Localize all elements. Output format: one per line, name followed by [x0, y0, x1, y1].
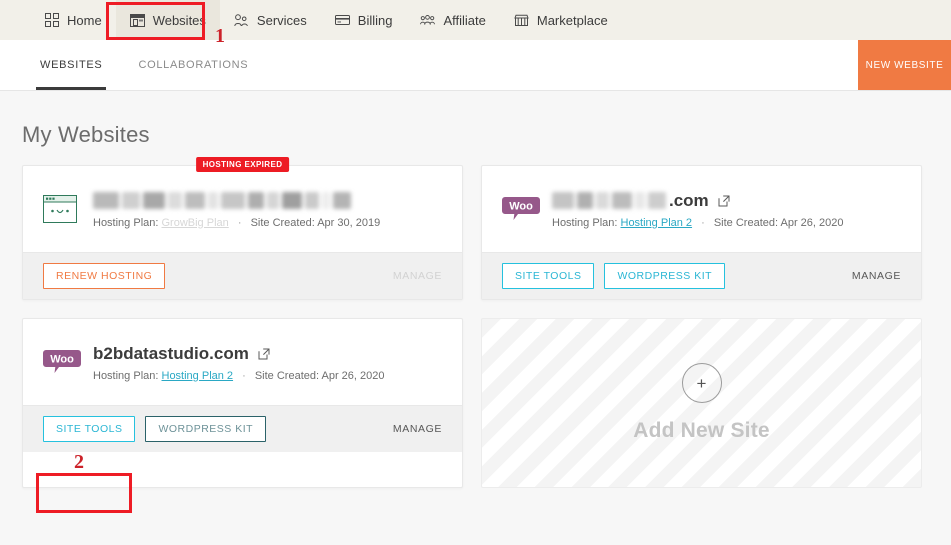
status-badge: HOSTING EXPIRED — [195, 157, 290, 172]
nav-item-home[interactable]: Home — [30, 0, 116, 40]
plus-glyph: + — [696, 373, 707, 393]
tab-label: COLLABORATIONS — [138, 59, 249, 71]
page-content: My Websites HOSTING EXPIRED Hosting Plan… — [0, 122, 951, 488]
site-info: Hosting Plan: GrowBig Plan · Site Create… — [93, 190, 442, 229]
meta-separator: · — [701, 216, 705, 229]
svg-text:Woo: Woo — [509, 201, 533, 213]
site-created-label: Site Created: — [250, 216, 315, 229]
top-navigation-bar: Home Websites Services Billing Affiliate… — [0, 0, 951, 40]
nav-item-services[interactable]: Services — [220, 0, 321, 40]
nav-item-label: Billing — [357, 12, 393, 28]
manage-label: MANAGE — [392, 423, 442, 435]
site-meta: Hosting Plan: GrowBig Plan · Site Create… — [93, 217, 442, 229]
site-meta: Hosting Plan: Hosting Plan 2 · Site Crea… — [93, 370, 442, 382]
website-card-blurred-woo: Woo .com Hosting Plan: Hosting Plan 2 · … — [481, 165, 922, 300]
wordpress-kit-button[interactable]: WORDPRESS KIT — [604, 263, 726, 289]
nav-item-label: Affiliate — [443, 12, 486, 28]
meta-separator: · — [242, 369, 246, 382]
blurred-domain-placeholder — [552, 190, 669, 212]
manage-button[interactable]: MANAGE — [393, 423, 442, 435]
store-icon — [514, 13, 529, 28]
site-tools-button[interactable]: SITE TOOLS — [502, 263, 595, 289]
new-website-label: NEW WEBSITE — [865, 59, 944, 71]
site-meta: Hosting Plan: Hosting Plan 2 · Site Crea… — [552, 217, 901, 229]
card-footer: SITE TOOLS WORDPRESS KIT MANAGE — [23, 405, 462, 452]
add-new-site-label: Add New Site — [633, 419, 770, 442]
hosting-plan-link[interactable]: GrowBig Plan — [162, 217, 229, 229]
manage-button[interactable]: MANAGE — [852, 270, 901, 282]
hosting-plan-link[interactable]: Hosting Plan 2 — [162, 370, 234, 382]
site-created-value: Apr 26, 2020 — [780, 216, 844, 229]
external-link-icon[interactable] — [258, 348, 270, 360]
hosting-plan-label: Hosting Plan: — [93, 369, 159, 382]
nav-item-label: Marketplace — [536, 12, 608, 28]
sub-navigation-bar: WEBSITES COLLABORATIONS NEW WEBSITE — [0, 40, 951, 91]
add-new-site-card[interactable]: + Add New Site — [481, 318, 922, 488]
button-label: WORDPRESS KIT — [158, 423, 254, 435]
tab-websites[interactable]: WEBSITES — [22, 40, 120, 90]
hosting-plan-label: Hosting Plan: — [552, 216, 618, 229]
svg-text:Woo: Woo — [50, 354, 74, 366]
card-footer: SITE TOOLS WORDPRESS KIT MANAGE — [482, 252, 921, 299]
site-name: .com — [552, 190, 901, 212]
card-body: Hosting Plan: GrowBig Plan · Site Create… — [23, 166, 462, 252]
website-card-expired: HOSTING EXPIRED Hosting Plan: GrowBig Pl… — [22, 157, 463, 300]
card-footer: RENEW HOSTING MANAGE — [23, 252, 462, 299]
card-body: Woo b2bdatastudio.com Hosting Plan: Host… — [23, 319, 462, 405]
site-created-value: Apr 26, 2020 — [321, 369, 385, 382]
site-domain-suffix: .com — [669, 190, 709, 210]
grid-icon — [44, 13, 59, 28]
site-created-label: Site Created: — [713, 216, 779, 229]
manage-button: MANAGE — [393, 270, 442, 282]
external-link-icon[interactable] — [718, 195, 730, 207]
tab-label: WEBSITES — [40, 59, 103, 71]
sitechecker-window-icon — [43, 195, 83, 223]
hosting-plan-link[interactable]: Hosting Plan 2 — [621, 217, 693, 229]
blurred-domain-placeholder — [93, 190, 354, 212]
button-label: SITE TOOLS — [56, 423, 123, 435]
website-card-b2bdatastudio: Woo b2bdatastudio.com Hosting Plan: Host… — [22, 318, 463, 488]
site-created-value: Apr 30, 2019 — [317, 216, 381, 229]
manage-label: MANAGE — [851, 270, 901, 282]
button-label: RENEW HOSTING — [56, 270, 153, 282]
button-label: WORDPRESS KIT — [617, 270, 713, 282]
button-label: SITE TOOLS — [515, 270, 582, 282]
new-website-button[interactable]: NEW WEBSITE — [858, 40, 951, 90]
manage-label: MANAGE — [392, 270, 442, 282]
card-body: Woo .com Hosting Plan: Hosting Plan 2 · … — [482, 166, 921, 252]
tab-collaborations[interactable]: COLLABORATIONS — [120, 40, 266, 90]
site-tools-button[interactable]: SITE TOOLS — [43, 416, 136, 442]
credit-card-icon — [334, 13, 350, 28]
browser-window-icon — [129, 13, 145, 28]
site-name: b2bdatastudio.com — [93, 343, 442, 365]
plus-icon: + — [681, 363, 722, 403]
renew-hosting-button[interactable]: RENEW HOSTING — [43, 263, 166, 289]
site-info: .com Hosting Plan: Hosting Plan 2 · Site… — [552, 190, 901, 229]
hosting-plan-label: Hosting Plan: — [93, 216, 159, 229]
nav-item-websites[interactable]: Websites — [115, 0, 220, 40]
wordpress-kit-button[interactable]: WORDPRESS KIT — [145, 416, 267, 442]
nav-item-marketplace[interactable]: Marketplace — [500, 0, 622, 40]
sub-nav-tabs: WEBSITES COLLABORATIONS — [0, 40, 266, 90]
meta-separator: · — [237, 216, 242, 229]
site-created-label: Site Created: — [254, 369, 320, 382]
nav-item-label: Websites — [152, 12, 206, 28]
services-people-icon — [234, 13, 249, 28]
site-info: b2bdatastudio.com Hosting Plan: Hosting … — [93, 343, 442, 382]
site-domain: b2bdatastudio.com — [93, 343, 249, 363]
page-title: My Websites — [22, 122, 150, 147]
nav-item-billing[interactable]: Billing — [321, 0, 407, 40]
woocommerce-icon: Woo — [502, 196, 542, 222]
site-name-blurred — [93, 190, 442, 212]
woocommerce-icon: Woo — [43, 349, 83, 375]
websites-grid: HOSTING EXPIRED Hosting Plan: GrowBig Pl… — [22, 157, 929, 488]
nav-item-label: Home — [67, 12, 102, 28]
affiliate-people-icon — [420, 13, 436, 28]
nav-item-affiliate[interactable]: Affiliate — [406, 0, 499, 40]
nav-item-label: Services — [256, 12, 307, 28]
